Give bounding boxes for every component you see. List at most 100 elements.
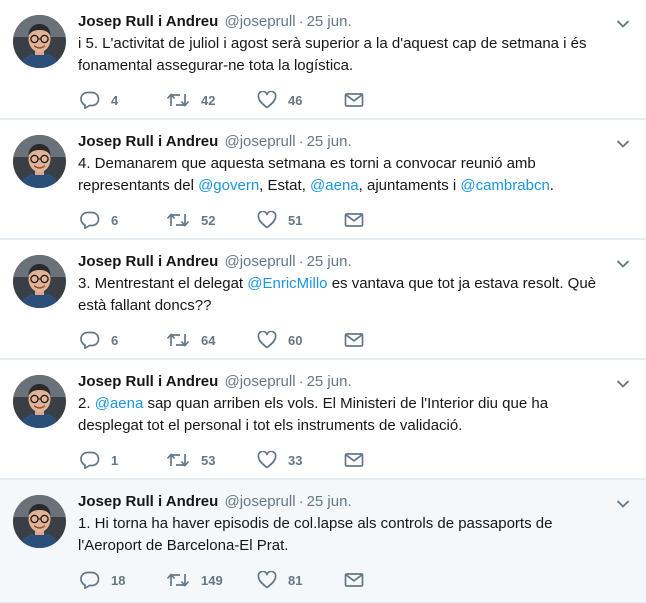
- avatar[interactable]: [13, 255, 66, 308]
- tweet-2[interactable]: Josep Rull i Andreu @joseprull · 25 jun. 2…: [0, 360, 646, 479]
- avatar[interactable]: [13, 375, 66, 428]
- avatar[interactable]: [13, 495, 66, 548]
- reply-icon: [80, 91, 100, 109]
- author-handle[interactable]: @joseprull: [224, 253, 295, 270]
- reply-count: 6: [111, 332, 119, 348]
- author-name[interactable]: Josep Rull i Andreu: [78, 253, 218, 270]
- envelope-icon: [344, 452, 364, 468]
- retweet-button[interactable]: 53: [166, 449, 215, 471]
- author-handle[interactable]: @joseprull: [224, 493, 295, 510]
- tweet-time[interactable]: 25 jun.: [307, 253, 352, 270]
- avatar-image: [13, 495, 66, 548]
- tweet-text-segment: sap quan arriben els vols. El Ministeri …: [78, 395, 549, 434]
- retweet-icon: [166, 451, 190, 469]
- retweet-button[interactable]: 64: [166, 329, 215, 351]
- author-name[interactable]: Josep Rull i Andreu: [78, 133, 218, 150]
- heart-icon: [257, 211, 277, 229]
- tweet-actions: 1 53 33: [78, 449, 408, 471]
- tweet-text-segment: 3. Mentrestant el delegat: [78, 275, 248, 292]
- mention-link[interactable]: @cambrabcn: [460, 177, 549, 194]
- avatar-image: [13, 375, 66, 428]
- reply-button[interactable]: 6: [80, 209, 118, 231]
- retweet-button[interactable]: 42: [166, 89, 215, 111]
- reply-count: 1: [111, 452, 119, 468]
- like-count: 33: [288, 452, 303, 468]
- mention-link[interactable]: @govern: [198, 177, 259, 194]
- avatar[interactable]: [13, 15, 66, 68]
- direct-message-button[interactable]: [344, 89, 364, 111]
- tweet-3[interactable]: Josep Rull i Andreu @joseprull · 25 jun. 3…: [0, 240, 646, 359]
- chevron-down-icon[interactable]: [616, 16, 630, 28]
- reply-count: 4: [111, 92, 119, 108]
- tweet-timeline: Josep Rull i Andreu @joseprull · 25 jun. i…: [0, 0, 646, 603]
- envelope-icon: [344, 572, 364, 588]
- heart-icon: [257, 331, 277, 349]
- chevron-down-icon[interactable]: [616, 256, 630, 268]
- like-count: 51: [288, 212, 303, 228]
- like-button[interactable]: 33: [257, 449, 302, 471]
- like-button[interactable]: 60: [257, 329, 302, 351]
- tweet-text: 4. Demanarem que aquesta setmana es torn…: [78, 153, 598, 196]
- tweet-header: Josep Rull i Andreu @joseprull · 25 jun.: [78, 253, 352, 273]
- tweet-text: 3. Mentrestant el delegat @EnricMillo es…: [78, 273, 598, 316]
- tweet-text-segment: 1. Hi torna ha haver episodis de col.lap…: [78, 515, 553, 554]
- like-count: 60: [288, 332, 303, 348]
- reply-icon: [80, 331, 100, 349]
- tweet-5[interactable]: Josep Rull i Andreu @joseprull · 25 jun. i…: [0, 0, 646, 119]
- author-name[interactable]: Josep Rull i Andreu: [78, 13, 218, 30]
- envelope-icon: [344, 332, 364, 348]
- tweet-4[interactable]: Josep Rull i Andreu @joseprull · 25 jun. 4…: [0, 120, 646, 239]
- tweet-text: 2. @aena sap quan arriben els vols. El M…: [78, 393, 598, 436]
- tweet-time[interactable]: 25 jun.: [307, 373, 352, 390]
- retweet-count: 53: [201, 452, 216, 468]
- tweet-header: Josep Rull i Andreu @joseprull · 25 jun.: [78, 373, 352, 393]
- chevron-down-icon[interactable]: [616, 136, 630, 148]
- retweet-button[interactable]: 52: [166, 209, 215, 231]
- author-name[interactable]: Josep Rull i Andreu: [78, 493, 218, 510]
- reply-count: 6: [111, 212, 119, 228]
- tweet-text-segment: 2.: [78, 395, 95, 412]
- mention-link[interactable]: @aena: [95, 395, 144, 412]
- reply-button[interactable]: 4: [80, 89, 118, 111]
- author-handle[interactable]: @joseprull: [224, 13, 295, 30]
- chevron-down-icon[interactable]: [616, 376, 630, 388]
- retweet-icon: [166, 91, 190, 109]
- direct-message-button[interactable]: [344, 449, 364, 471]
- author-name[interactable]: Josep Rull i Andreu: [78, 373, 218, 390]
- retweet-icon: [166, 331, 190, 349]
- heart-icon: [257, 91, 277, 109]
- tweet-text-segment: , ajuntaments i: [358, 176, 461, 194]
- tweet-time[interactable]: 25 jun.: [307, 13, 352, 30]
- tweet-time[interactable]: 25 jun.: [307, 493, 352, 510]
- like-button[interactable]: 46: [257, 89, 302, 111]
- mention-link[interactable]: @aena: [310, 177, 359, 194]
- retweet-count: 149: [201, 572, 223, 588]
- author-handle[interactable]: @joseprull: [224, 373, 295, 390]
- separator-dot: ·: [298, 253, 304, 270]
- tweet-time[interactable]: 25 jun.: [307, 133, 352, 150]
- retweet-button[interactable]: 149: [166, 569, 223, 591]
- reply-button[interactable]: 1: [80, 449, 118, 471]
- like-button[interactable]: 51: [257, 209, 302, 231]
- like-button[interactable]: 81: [257, 569, 302, 591]
- reply-icon: [80, 211, 100, 229]
- mention-link[interactable]: @EnricMillo: [247, 275, 327, 292]
- tweet-header: Josep Rull i Andreu @joseprull · 25 jun.: [78, 493, 352, 513]
- tweet-text: 1. Hi torna ha haver episodis de col.lap…: [78, 513, 598, 556]
- tweet-1[interactable]: Josep Rull i Andreu @joseprull · 25 jun. 1…: [0, 480, 646, 603]
- direct-message-button[interactable]: [344, 569, 364, 591]
- retweet-count: 42: [201, 92, 216, 108]
- heart-icon: [257, 451, 277, 469]
- reply-button[interactable]: 6: [80, 329, 118, 351]
- reply-icon: [80, 571, 100, 589]
- avatar[interactable]: [13, 135, 66, 188]
- tweet-text-segment: .: [549, 176, 554, 194]
- direct-message-button[interactable]: [344, 209, 364, 231]
- reply-button[interactable]: 18: [80, 569, 125, 591]
- separator-dot: ·: [298, 493, 304, 510]
- direct-message-button[interactable]: [344, 329, 364, 351]
- chevron-down-icon[interactable]: [616, 496, 630, 508]
- retweet-icon: [166, 571, 190, 589]
- avatar-image: [13, 255, 66, 308]
- author-handle[interactable]: @joseprull: [224, 133, 295, 150]
